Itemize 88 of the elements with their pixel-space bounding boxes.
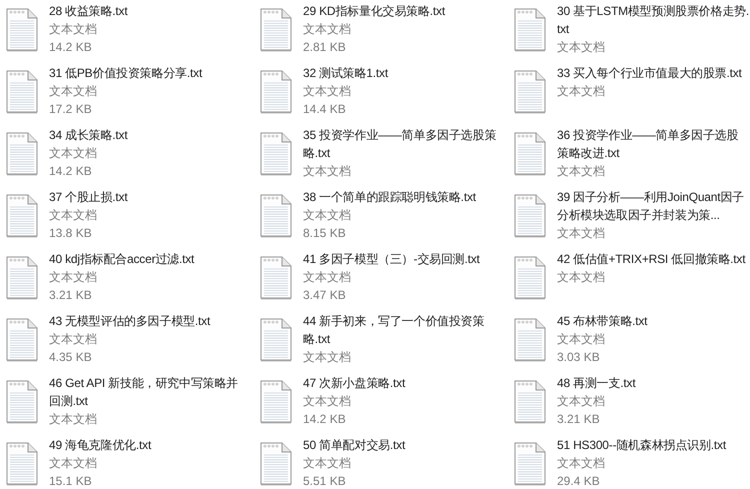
file-type: 文本文档 bbox=[303, 207, 352, 224]
file-name[interactable]: 51 HS300--随机森林拐点识别.txt bbox=[557, 436, 750, 454]
text-document-icon bbox=[4, 440, 40, 486]
file-type: 文本文档 bbox=[303, 163, 352, 180]
file-type: 文本文档 bbox=[557, 39, 606, 56]
file-name[interactable]: 28 收益策略.txt bbox=[49, 2, 245, 20]
text-document-icon bbox=[258, 440, 294, 486]
text-document-icon bbox=[4, 130, 40, 176]
file-name[interactable]: 47 次新小盘策略.txt bbox=[303, 374, 499, 392]
text-document-icon bbox=[512, 254, 548, 300]
file-name[interactable]: 38 一个简单的跟踪聪明钱策略.txt bbox=[303, 188, 499, 206]
file-type: 文本文档 bbox=[49, 411, 98, 428]
file-size: 3.21 KB bbox=[49, 287, 93, 304]
file-size: 14.2 KB bbox=[49, 39, 93, 56]
file-size: 14.2 KB bbox=[303, 411, 347, 428]
file-type: 文本文档 bbox=[557, 269, 606, 286]
file-size: 29.4 KB bbox=[557, 473, 601, 489]
text-document-icon bbox=[258, 6, 294, 52]
text-document-icon bbox=[258, 68, 294, 114]
file-type: 文本文档 bbox=[303, 269, 352, 286]
file-size: 14.2 KB bbox=[49, 163, 93, 180]
file-type: 文本文档 bbox=[557, 393, 606, 410]
file-name[interactable]: 48 再测一支.txt bbox=[557, 374, 750, 392]
file-name[interactable]: 45 布林带策略.txt bbox=[557, 312, 750, 330]
file-name[interactable]: 35 投资学作业——简单多因子选股策略.txt bbox=[303, 126, 499, 162]
text-document-icon bbox=[512, 378, 548, 424]
file-type: 文本文档 bbox=[49, 145, 98, 162]
file-size: 3.47 KB bbox=[303, 287, 347, 304]
file-size: 3.21 KB bbox=[557, 411, 601, 428]
text-document-icon bbox=[512, 316, 548, 362]
file-type: 文本文档 bbox=[557, 331, 606, 348]
text-document-icon bbox=[258, 254, 294, 300]
file-type: 文本文档 bbox=[49, 207, 98, 224]
file-type: 文本文档 bbox=[303, 455, 352, 472]
file-name[interactable]: 34 成长策略.txt bbox=[49, 126, 245, 144]
file-type: 文本文档 bbox=[49, 455, 98, 472]
file-size: 4.35 KB bbox=[49, 349, 93, 366]
text-document-icon bbox=[512, 192, 548, 238]
text-document-icon bbox=[4, 192, 40, 238]
file-type: 文本文档 bbox=[303, 83, 352, 100]
file-type: 文本文档 bbox=[49, 269, 98, 286]
file-name[interactable]: 31 低PB价值投资策略分享.txt bbox=[49, 64, 245, 82]
file-type: 文本文档 bbox=[557, 83, 606, 100]
text-document-icon bbox=[4, 68, 40, 114]
text-document-icon bbox=[512, 6, 548, 52]
file-type: 文本文档 bbox=[557, 163, 606, 180]
text-document-icon bbox=[4, 316, 40, 362]
text-document-icon bbox=[4, 254, 40, 300]
file-type: 文本文档 bbox=[49, 21, 98, 38]
file-size: 8.15 KB bbox=[303, 225, 347, 242]
file-name[interactable]: 33 买入每个行业市值最大的股票.txt bbox=[557, 64, 750, 82]
file-size: 3.03 KB bbox=[557, 349, 601, 366]
file-size: 5.51 KB bbox=[303, 473, 347, 489]
file-size: 15.1 KB bbox=[49, 473, 93, 489]
file-size: 14.4 KB bbox=[303, 101, 347, 118]
file-name[interactable]: 40 kdj指标配合accer过滤.txt bbox=[49, 250, 245, 268]
file-type: 文本文档 bbox=[303, 349, 352, 366]
file-name[interactable]: 50 简单配对交易.txt bbox=[303, 436, 499, 454]
text-document-icon bbox=[258, 378, 294, 424]
file-name[interactable]: 42 低估值+TRIX+RSI 低回撤策略.txt bbox=[557, 250, 750, 268]
file-type: 文本文档 bbox=[49, 83, 98, 100]
text-document-icon bbox=[512, 68, 548, 114]
text-document-icon bbox=[512, 440, 548, 486]
file-name[interactable]: 30 基于LSTM模型预测股票价格走势.txt bbox=[557, 2, 750, 38]
file-type: 文本文档 bbox=[557, 455, 606, 472]
file-type: 文本文档 bbox=[49, 331, 98, 348]
file-size: 17.2 KB bbox=[49, 101, 93, 118]
text-document-icon bbox=[258, 192, 294, 238]
text-document-icon bbox=[258, 130, 294, 176]
text-document-icon bbox=[4, 378, 40, 424]
file-name[interactable]: 37 个股止损.txt bbox=[49, 188, 245, 206]
file-name[interactable]: 41 多因子模型（三）-交易回测.txt bbox=[303, 250, 499, 268]
file-name[interactable]: 36 投资学作业——简单多因子选股策略改进.txt bbox=[557, 126, 750, 162]
file-name[interactable]: 43 无模型评估的多因子模型.txt bbox=[49, 312, 245, 330]
text-document-icon bbox=[258, 316, 294, 362]
file-type: 文本文档 bbox=[557, 225, 606, 242]
file-name[interactable]: 29 KD指标量化交易策略.txt bbox=[303, 2, 499, 20]
text-document-icon bbox=[4, 6, 40, 52]
file-type: 文本文档 bbox=[303, 393, 352, 410]
file-name[interactable]: 44 新手初来，写了一个价值投资策略.txt bbox=[303, 312, 499, 348]
file-name[interactable]: 46 Get API 新技能，研究中写策略并回测.txt bbox=[49, 374, 245, 410]
file-name[interactable]: 32 测试策略1.txt bbox=[303, 64, 499, 82]
file-name[interactable]: 49 海龟克隆优化.txt bbox=[49, 436, 245, 454]
file-size: 2.81 KB bbox=[303, 39, 347, 56]
file-type: 文本文档 bbox=[303, 21, 352, 38]
file-size: 13.8 KB bbox=[49, 225, 93, 242]
file-name[interactable]: 39 因子分析——利用JoinQuant因子分析模块选取因子并封装为策... bbox=[557, 188, 750, 224]
text-document-icon bbox=[512, 130, 548, 176]
